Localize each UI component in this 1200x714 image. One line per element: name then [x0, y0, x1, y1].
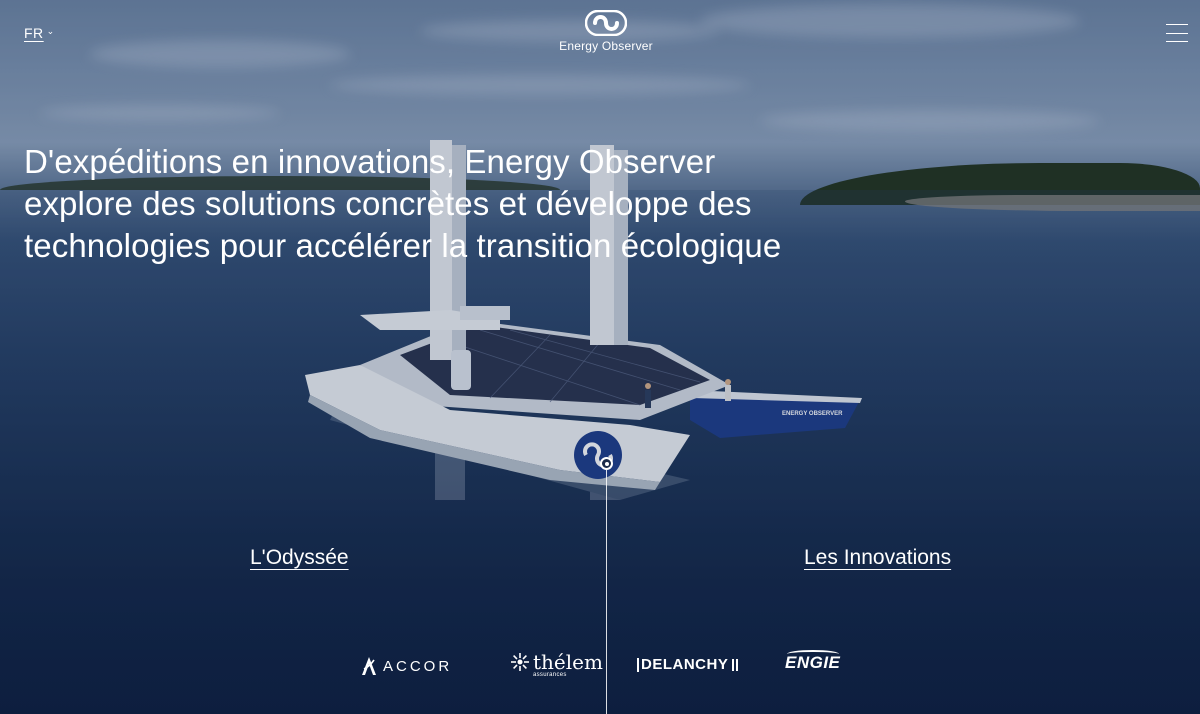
site-logo[interactable]: Energy Observer — [556, 10, 656, 53]
language-label: FR — [24, 25, 44, 41]
partner-name: thélem — [533, 650, 603, 674]
center-divider-line — [606, 470, 607, 714]
partner-name: ACCOR — [383, 657, 453, 675]
scroll-indicator-dot[interactable] — [600, 457, 613, 470]
partner-accor[interactable]: ACCOR — [361, 656, 452, 676]
hero-headline: D'expéditions en innovations, Energy Obs… — [24, 143, 782, 264]
delanchy-logo-icon — [637, 657, 639, 672]
accor-logo-icon — [362, 657, 376, 675]
infinity-logo-icon — [585, 10, 627, 36]
partner-engie[interactable]: ENGIE — [785, 650, 840, 673]
partner-subtitle: assurances — [533, 672, 567, 678]
thelem-logo-icon — [511, 653, 529, 671]
partner-delanchy[interactable]: DELANCHY — [637, 656, 739, 673]
innovations-link[interactable]: Les Innovations — [804, 546, 951, 570]
brand-name: Energy Observer — [559, 39, 653, 53]
partner-thelem[interactable]: thélem assurances — [510, 650, 603, 678]
chevron-down-icon: ⌄ — [46, 26, 55, 36]
language-selector[interactable]: FR ⌄ — [24, 25, 55, 41]
hamburger-menu-icon[interactable] — [1166, 24, 1188, 42]
partner-name: DELANCHY — [641, 656, 729, 673]
odyssey-link[interactable]: L'Odyssée — [250, 546, 349, 570]
